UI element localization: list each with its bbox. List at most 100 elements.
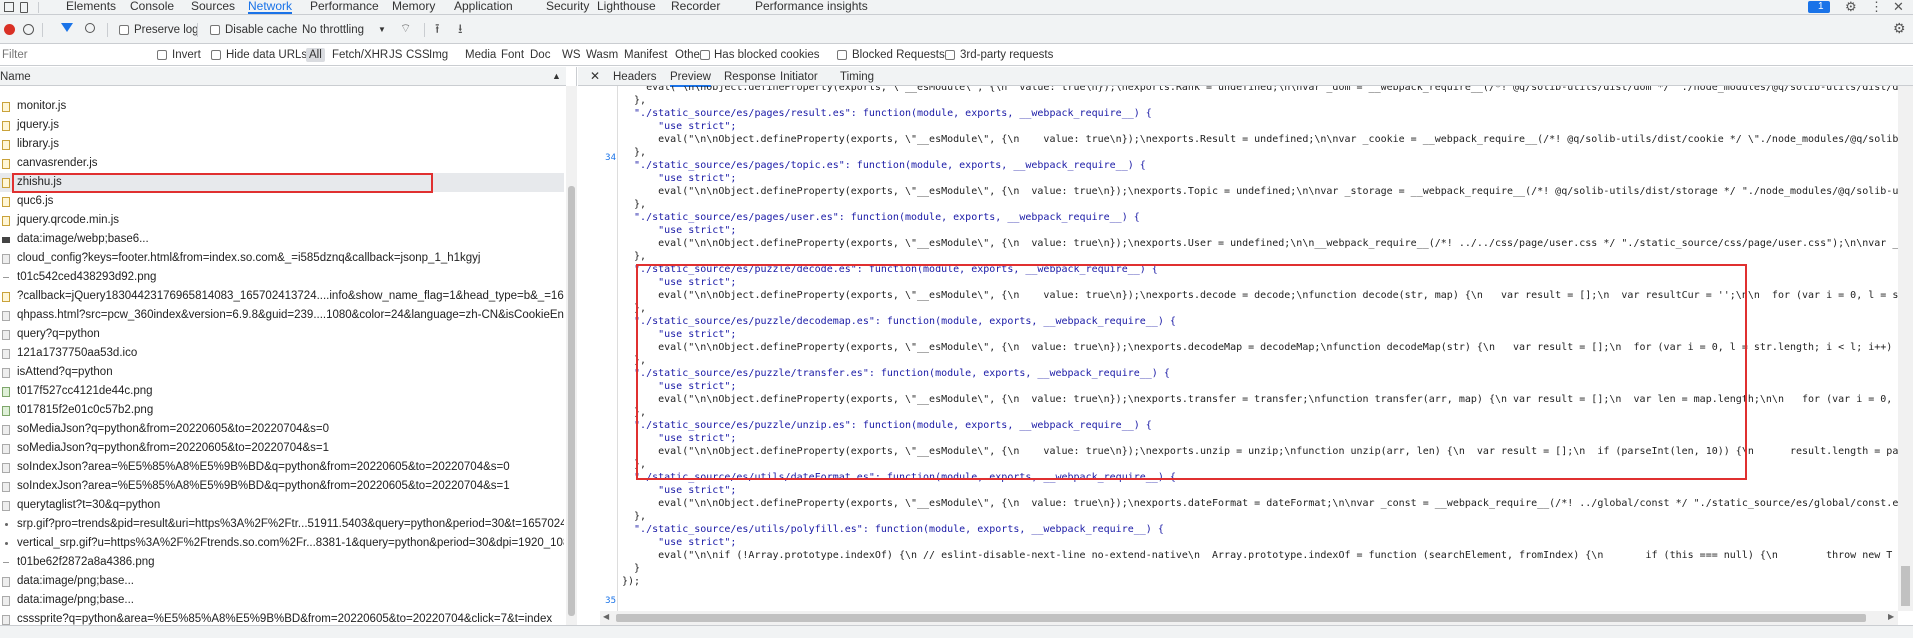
request-row[interactable]: querytaglist?t=30&q=python <box>0 496 564 515</box>
request-row[interactable]: soMediaJson?q=python&from=20220605&to=20… <box>0 420 564 439</box>
record-button[interactable] <box>4 24 15 35</box>
network-conditions-wifi-icon[interactable]: ⌔ <box>400 21 411 36</box>
tab-elements[interactable]: Elements <box>66 0 116 14</box>
request-row[interactable]: query?q=python <box>0 325 564 344</box>
scroll-right-arrow-icon[interactable]: ▶ <box>1888 612 1894 621</box>
code-horizontal-scrollbar[interactable]: ◀ ▶ <box>600 611 1898 625</box>
tab-console[interactable]: Console <box>130 0 174 14</box>
detail-tab-response[interactable]: Response <box>724 70 776 84</box>
type-filter-ws[interactable]: WS <box>562 48 581 62</box>
tab-recorder[interactable]: Recorder <box>671 0 720 14</box>
tab-network[interactable]: Network <box>248 0 293 14</box>
name-column-header[interactable]: Name ▲ <box>0 67 566 86</box>
tab-performance-insights[interactable]: Performance insights <box>755 0 868 14</box>
preserve-log-checkbox[interactable] <box>119 25 129 35</box>
type-filter-doc[interactable]: Doc <box>530 48 550 62</box>
request-list-scroll-thumb[interactable] <box>568 186 575 616</box>
type-filter-media[interactable]: Media <box>465 48 496 62</box>
throttling-select[interactable]: No throttling <box>302 23 364 37</box>
code-vertical-scrollbar[interactable] <box>1898 86 1913 611</box>
request-row[interactable]: data:image/webp;base6... <box>0 230 564 249</box>
request-row[interactable]: monitor.js <box>0 97 564 116</box>
network-settings-gear-icon[interactable]: ⚙ <box>1893 20 1906 37</box>
filter-funnel-icon[interactable] <box>61 23 73 32</box>
close-detail-icon[interactable]: ✕ <box>590 69 600 83</box>
file-js-icon <box>2 292 10 302</box>
search-icon[interactable] <box>85 23 95 33</box>
import-har-icon[interactable]: ⭱ <box>435 20 440 42</box>
detail-tab-timing[interactable]: Timing <box>840 70 874 84</box>
request-row[interactable]: qhpass.html?src=pcw_360index&version=6.9… <box>0 306 564 325</box>
hide-data-urls-checkbox[interactable] <box>211 50 221 60</box>
tab-security[interactable]: Security <box>546 0 589 14</box>
type-filter-font[interactable]: Font <box>501 48 524 62</box>
sort-arrow-icon[interactable]: ▲ <box>552 69 561 83</box>
request-row[interactable]: soIndexJson?area=%E5%85%A8%E5%9B%BD&q=py… <box>0 477 564 496</box>
tab-sources[interactable]: Sources <box>191 0 235 14</box>
request-row[interactable]: jquery.js <box>0 116 564 135</box>
has-blocked-cookies-checkbox[interactable] <box>700 50 710 60</box>
code-vertical-scroll-thumb[interactable] <box>1901 566 1910 606</box>
request-row[interactable]: data:image/png;base... <box>0 572 564 591</box>
disable-cache-checkbox[interactable] <box>210 25 220 35</box>
file-js-icon <box>2 216 10 226</box>
blocked-requests-checkbox[interactable] <box>837 50 847 60</box>
inspect-element-icon[interactable] <box>4 2 14 12</box>
request-row[interactable]: vertical_srp.gif?u=https%3A%2F%2Ftrends.… <box>0 534 564 553</box>
request-name: 121a1737750aa53d.ico <box>17 347 138 359</box>
file-dash-icon <box>3 562 9 563</box>
throttling-chevron-down-icon[interactable]: ▼ <box>378 23 386 37</box>
request-name: library.js <box>17 138 59 150</box>
code-line: }, <box>622 199 647 210</box>
type-filter-wasm[interactable]: Wasm <box>586 48 618 62</box>
request-row[interactable]: library.js <box>0 135 564 154</box>
file-dash-icon <box>3 277 9 278</box>
type-filter-all[interactable]: All <box>306 48 325 62</box>
type-filter-img[interactable]: Img <box>429 48 448 62</box>
type-filter-fetchxhr[interactable]: Fetch/XHR <box>332 48 388 62</box>
request-row[interactable]: cloud_config?keys=footer.html&from=index… <box>0 249 564 268</box>
type-filter-css[interactable]: CSS <box>406 48 430 62</box>
detail-tab-headers[interactable]: Headers <box>613 70 656 84</box>
code-line: "./static_source/es/pages/user.es": func… <box>622 212 1140 223</box>
tab-performance[interactable]: Performance <box>310 0 379 14</box>
request-row[interactable]: 121a1737750aa53d.ico <box>0 344 564 363</box>
request-row[interactable]: quc6.js <box>0 192 564 211</box>
request-row[interactable]: srp.gif?pro=trends&pid=result&uri=https%… <box>0 515 564 534</box>
request-row[interactable]: jquery.qrcode.min.js <box>0 211 564 230</box>
third-party-requests-checkbox[interactable] <box>945 50 955 60</box>
detail-tab-preview[interactable]: Preview <box>670 70 711 87</box>
request-row[interactable]: data:image/png;base... <box>0 591 564 610</box>
issues-badge[interactable]: 1 <box>1808 1 1830 13</box>
request-row[interactable]: soIndexJson?area=%E5%85%A8%E5%9B%BD&q=py… <box>0 458 564 477</box>
tab-lighthouse[interactable]: Lighthouse <box>597 0 656 14</box>
tab-memory[interactable]: Memory <box>392 0 435 14</box>
clear-icon[interactable] <box>23 24 34 35</box>
invert-checkbox[interactable] <box>157 50 167 60</box>
detail-tab-initiator[interactable]: Initiator <box>780 70 818 84</box>
filter-input[interactable] <box>0 46 148 63</box>
type-filter-manifest[interactable]: Manifest <box>624 48 667 62</box>
file-doc-icon <box>2 368 10 378</box>
request-row[interactable]: isAttend?q=python <box>0 363 564 382</box>
request-row[interactable]: canvasrender.js <box>0 154 564 173</box>
more-options-icon[interactable]: ⋮ <box>1870 0 1883 14</box>
tab-application[interactable]: Application <box>454 0 513 14</box>
scroll-left-arrow-icon[interactable]: ◀ <box>603 612 609 621</box>
request-list-scrollbar[interactable] <box>566 86 577 625</box>
name-column-label: Name <box>0 71 31 83</box>
request-row[interactable]: t017f527cc4121de44c.png <box>0 382 564 401</box>
request-row[interactable]: t01c542ced438293d92.png <box>0 268 564 287</box>
request-row[interactable]: soMediaJson?q=python&from=20220605&to=20… <box>0 439 564 458</box>
close-devtools-icon[interactable]: ✕ <box>1893 0 1904 14</box>
request-row[interactable]: t017815f2e01c0c57b2.png <box>0 401 564 420</box>
export-har-icon[interactable]: ⭳ <box>458 20 463 42</box>
code-line: }, <box>622 251 647 262</box>
device-toolbar-icon[interactable] <box>20 2 28 13</box>
settings-gear-icon[interactable]: ⚙ <box>1845 0 1857 14</box>
request-row[interactable]: ?callback=jQuery18304423176965814083_165… <box>0 287 564 306</box>
type-filter-js[interactable]: JS <box>389 48 402 62</box>
request-row[interactable]: t01be62f2872a8a4386.png <box>0 553 564 572</box>
file-doc-icon <box>2 596 10 606</box>
code-horizontal-scroll-thumb[interactable] <box>616 614 1866 622</box>
